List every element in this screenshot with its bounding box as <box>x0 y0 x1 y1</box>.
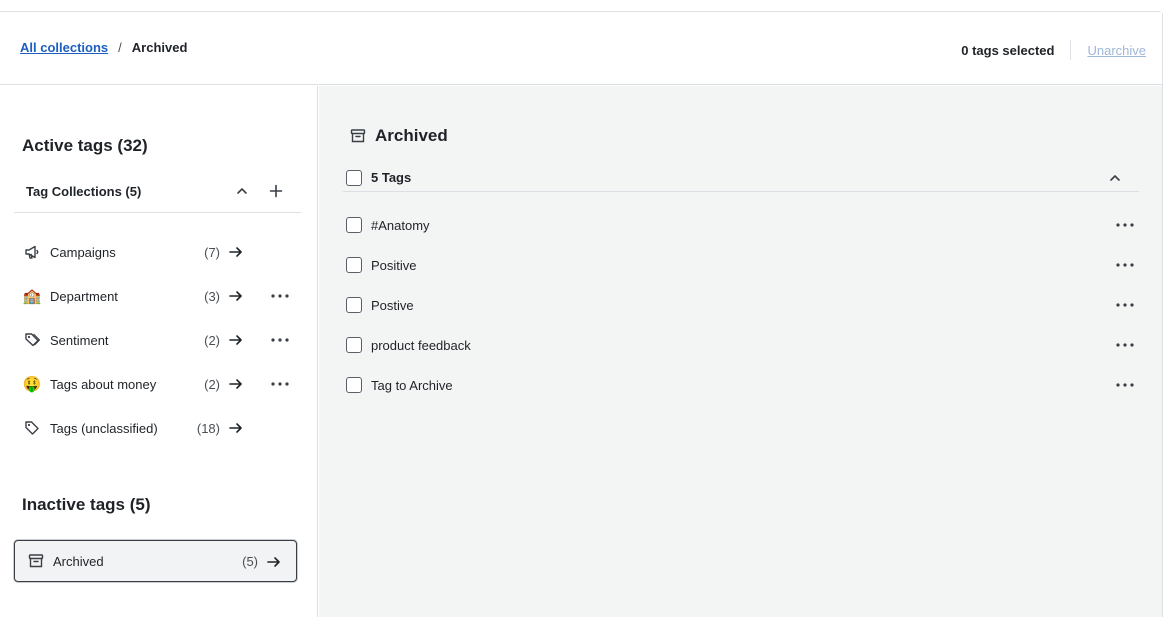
collection-count: (2) <box>204 376 220 392</box>
collection-count: (18) <box>196 420 220 436</box>
arrow-right-icon[interactable] <box>228 332 244 348</box>
selection-toolbar: 0 tags selected Unarchive <box>961 40 1146 60</box>
more-options-icon[interactable] <box>270 286 290 306</box>
arrow-right-icon[interactable] <box>266 554 282 570</box>
tag-group-label: 5 Tags <box>371 170 412 185</box>
collection-count: (3) <box>204 288 220 304</box>
archive-box-icon <box>27 552 45 570</box>
tag-collections-header: Tag Collections (5) <box>14 180 301 213</box>
collection-count: (7) <box>204 244 220 260</box>
active-tags-title: Active tags (32) <box>22 136 148 155</box>
tags-icon <box>22 330 42 350</box>
arrow-right-icon[interactable] <box>228 288 244 304</box>
more-options-icon[interactable] <box>1114 215 1136 235</box>
sidebar: Active tags (32) Tag Collections (5) Cam… <box>0 86 318 617</box>
chevron-up-icon[interactable] <box>1107 170 1123 186</box>
tag-label: #Anatomy <box>371 217 430 233</box>
tag-label: product feedback <box>371 337 471 353</box>
app-frame: All collections / Archived 0 tags select… <box>0 11 1163 617</box>
tag-label: Postive <box>371 297 414 313</box>
tag-checkbox[interactable] <box>346 217 362 233</box>
add-collection-button[interactable] <box>265 180 287 202</box>
select-all-checkbox[interactable] <box>346 169 362 186</box>
tag-row[interactable]: Tag to Archive <box>346 371 1136 399</box>
megaphone-icon <box>22 242 42 262</box>
unarchive-button[interactable]: Unarchive <box>1087 43 1146 58</box>
selected-count-label: 0 tags selected <box>961 42 1055 58</box>
money-mouth-emoji-icon: 🤑 <box>22 376 42 393</box>
collection-item-sentiment[interactable]: Sentiment (2) <box>22 324 294 356</box>
tag-label: Tag to Archive <box>371 377 453 393</box>
tag-icon <box>22 418 42 438</box>
tag-label: Positive <box>371 257 417 273</box>
arrow-right-icon[interactable] <box>228 244 244 260</box>
breadcrumb-all-collections-link[interactable]: All collections <box>20 40 108 55</box>
archived-count: (5) <box>242 553 258 569</box>
school-emoji-icon: 🏫 <box>22 288 42 305</box>
tag-group-header: 5 Tags <box>343 164 1139 192</box>
tag-collections-label: Tag Collections (5) <box>26 184 142 199</box>
collection-item-department[interactable]: 🏫 Department (3) <box>22 280 294 312</box>
inactive-tags-title: Inactive tags (5) <box>22 495 151 514</box>
plus-icon <box>269 184 283 198</box>
collapse-collections-button[interactable] <box>231 180 253 202</box>
page-header: All collections / Archived 0 tags select… <box>0 12 1162 85</box>
more-options-icon[interactable] <box>270 374 290 394</box>
breadcrumb: All collections / Archived <box>20 40 187 55</box>
breadcrumb-separator: / <box>118 40 122 55</box>
tag-row[interactable]: product feedback <box>346 331 1136 359</box>
collection-name: Tags about money <box>50 376 157 392</box>
arrow-right-icon[interactable] <box>228 376 244 392</box>
tag-row[interactable]: Postive <box>346 291 1136 319</box>
archive-box-icon <box>349 127 367 145</box>
collection-item-tags-unclassified[interactable]: Tags (unclassified) (18) <box>22 412 294 444</box>
tag-row[interactable]: #Anatomy <box>346 211 1136 239</box>
archived-label: Archived <box>53 553 104 569</box>
main-title-text: Archived <box>375 126 448 145</box>
collection-name: Sentiment <box>50 332 109 348</box>
collection-name: Tags (unclassified) <box>50 420 158 436</box>
tag-row[interactable]: Positive <box>346 251 1136 279</box>
collection-item-tags-about-money[interactable]: 🤑 Tags about money (2) <box>22 368 294 400</box>
arrow-right-icon[interactable] <box>228 420 244 436</box>
tag-checkbox[interactable] <box>346 297 362 313</box>
tag-checkbox[interactable] <box>346 337 362 353</box>
collection-item-campaigns[interactable]: Campaigns (7) <box>22 236 294 268</box>
tag-checkbox[interactable] <box>346 377 362 393</box>
more-options-icon[interactable] <box>270 330 290 350</box>
toolbar-divider <box>1070 40 1072 60</box>
tag-checkbox[interactable] <box>346 257 362 273</box>
collection-name: Campaigns <box>50 244 116 260</box>
chevron-up-icon <box>237 188 247 194</box>
main-panel: Archived 5 Tags #Anatomy Positive Postiv… <box>319 86 1162 617</box>
main-title: Archived <box>349 126 448 146</box>
sidebar-item-archived[interactable]: Archived (5) <box>14 540 297 582</box>
more-options-icon[interactable] <box>1114 335 1136 355</box>
breadcrumb-current: Archived <box>131 40 188 55</box>
more-options-icon[interactable] <box>1114 375 1136 395</box>
more-options-icon[interactable] <box>1114 295 1136 315</box>
collection-name: Department <box>50 288 118 304</box>
more-options-icon[interactable] <box>1114 255 1136 275</box>
collection-count: (2) <box>204 332 220 348</box>
